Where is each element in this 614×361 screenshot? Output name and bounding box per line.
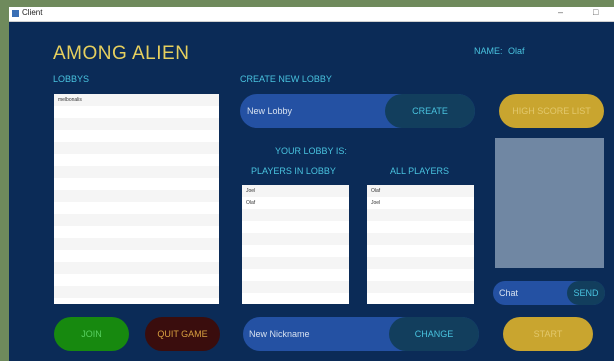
lobbies-list[interactable]: melbonalis bbox=[54, 94, 219, 304]
list-item bbox=[54, 130, 219, 142]
list-item bbox=[54, 226, 219, 238]
list-item bbox=[54, 166, 219, 178]
name-value: Olaf bbox=[508, 46, 525, 56]
new-lobby-input[interactable]: New Lobby bbox=[247, 106, 292, 116]
list-item bbox=[54, 178, 219, 190]
list-item bbox=[367, 209, 474, 221]
list-item bbox=[54, 286, 219, 298]
list-item bbox=[54, 142, 219, 154]
list-item bbox=[367, 257, 474, 269]
chat-bar: Chat SEND bbox=[493, 281, 605, 305]
all-players-label: ALL PLAYERS bbox=[390, 166, 450, 176]
list-item bbox=[54, 154, 219, 166]
app-window: AMONG ALIEN NAME: Olaf LOBBYS melbonalis… bbox=[9, 22, 614, 361]
window-titlebar: Client – □ bbox=[9, 7, 614, 22]
list-item bbox=[54, 298, 219, 304]
list-item[interactable]: Olaf bbox=[367, 185, 474, 197]
name-label: NAME: bbox=[474, 46, 503, 56]
app-icon bbox=[12, 10, 19, 17]
quit-game-button[interactable]: QUIT GAME bbox=[145, 317, 220, 351]
create-lobby-label: CREATE NEW LOBBY bbox=[240, 74, 332, 84]
list-item[interactable]: Joel bbox=[367, 197, 474, 209]
join-button[interactable]: JOIN bbox=[54, 317, 129, 351]
list-item bbox=[367, 221, 474, 233]
list-item bbox=[242, 209, 349, 221]
chat-input[interactable]: Chat bbox=[499, 288, 518, 298]
your-lobby-label: YOUR LOBBY IS: bbox=[275, 146, 347, 156]
window-title: Client bbox=[22, 8, 43, 17]
list-item bbox=[367, 281, 474, 293]
list-item bbox=[242, 269, 349, 281]
list-item bbox=[54, 118, 219, 130]
all-players-list[interactable]: Olaf Joel bbox=[367, 185, 474, 304]
start-button[interactable]: START bbox=[503, 317, 593, 351]
list-item bbox=[54, 262, 219, 274]
list-item bbox=[242, 233, 349, 245]
send-button[interactable]: SEND bbox=[567, 281, 605, 305]
list-item[interactable]: Olaf bbox=[242, 197, 349, 209]
create-button[interactable]: CREATE bbox=[385, 94, 475, 128]
list-item bbox=[54, 190, 219, 202]
list-item bbox=[54, 214, 219, 226]
info-panel bbox=[495, 138, 604, 268]
new-nickname-input[interactable]: New Nickname bbox=[249, 329, 310, 339]
list-item bbox=[367, 269, 474, 281]
list-item bbox=[54, 238, 219, 250]
list-item bbox=[54, 202, 219, 214]
list-item bbox=[367, 233, 474, 245]
nickname-bar: New Nickname CHANGE bbox=[243, 317, 479, 351]
name-display: NAME: Olaf bbox=[474, 46, 525, 56]
list-item bbox=[367, 245, 474, 257]
high-score-button[interactable]: HIGH SCORE LIST bbox=[499, 94, 604, 128]
list-item bbox=[242, 281, 349, 293]
list-item bbox=[242, 293, 349, 304]
list-item bbox=[367, 293, 474, 304]
list-item[interactable]: Joel bbox=[242, 185, 349, 197]
list-item bbox=[54, 106, 219, 118]
list-item[interactable]: melbonalis bbox=[54, 94, 219, 106]
change-button[interactable]: CHANGE bbox=[389, 317, 479, 351]
list-item bbox=[54, 250, 219, 262]
create-lobby-bar: New Lobby CREATE bbox=[240, 94, 475, 128]
maximize-button[interactable]: □ bbox=[593, 7, 598, 17]
list-item bbox=[242, 257, 349, 269]
minimize-button[interactable]: – bbox=[558, 7, 563, 17]
list-item bbox=[54, 274, 219, 286]
list-item bbox=[242, 245, 349, 257]
players-in-lobby-label: PLAYERS IN LOBBY bbox=[251, 166, 336, 176]
list-item bbox=[242, 221, 349, 233]
lobbies-label: LOBBYS bbox=[53, 74, 90, 84]
app-title: AMONG ALIEN bbox=[53, 43, 190, 64]
players-in-lobby-list[interactable]: Joel Olaf bbox=[242, 185, 349, 304]
